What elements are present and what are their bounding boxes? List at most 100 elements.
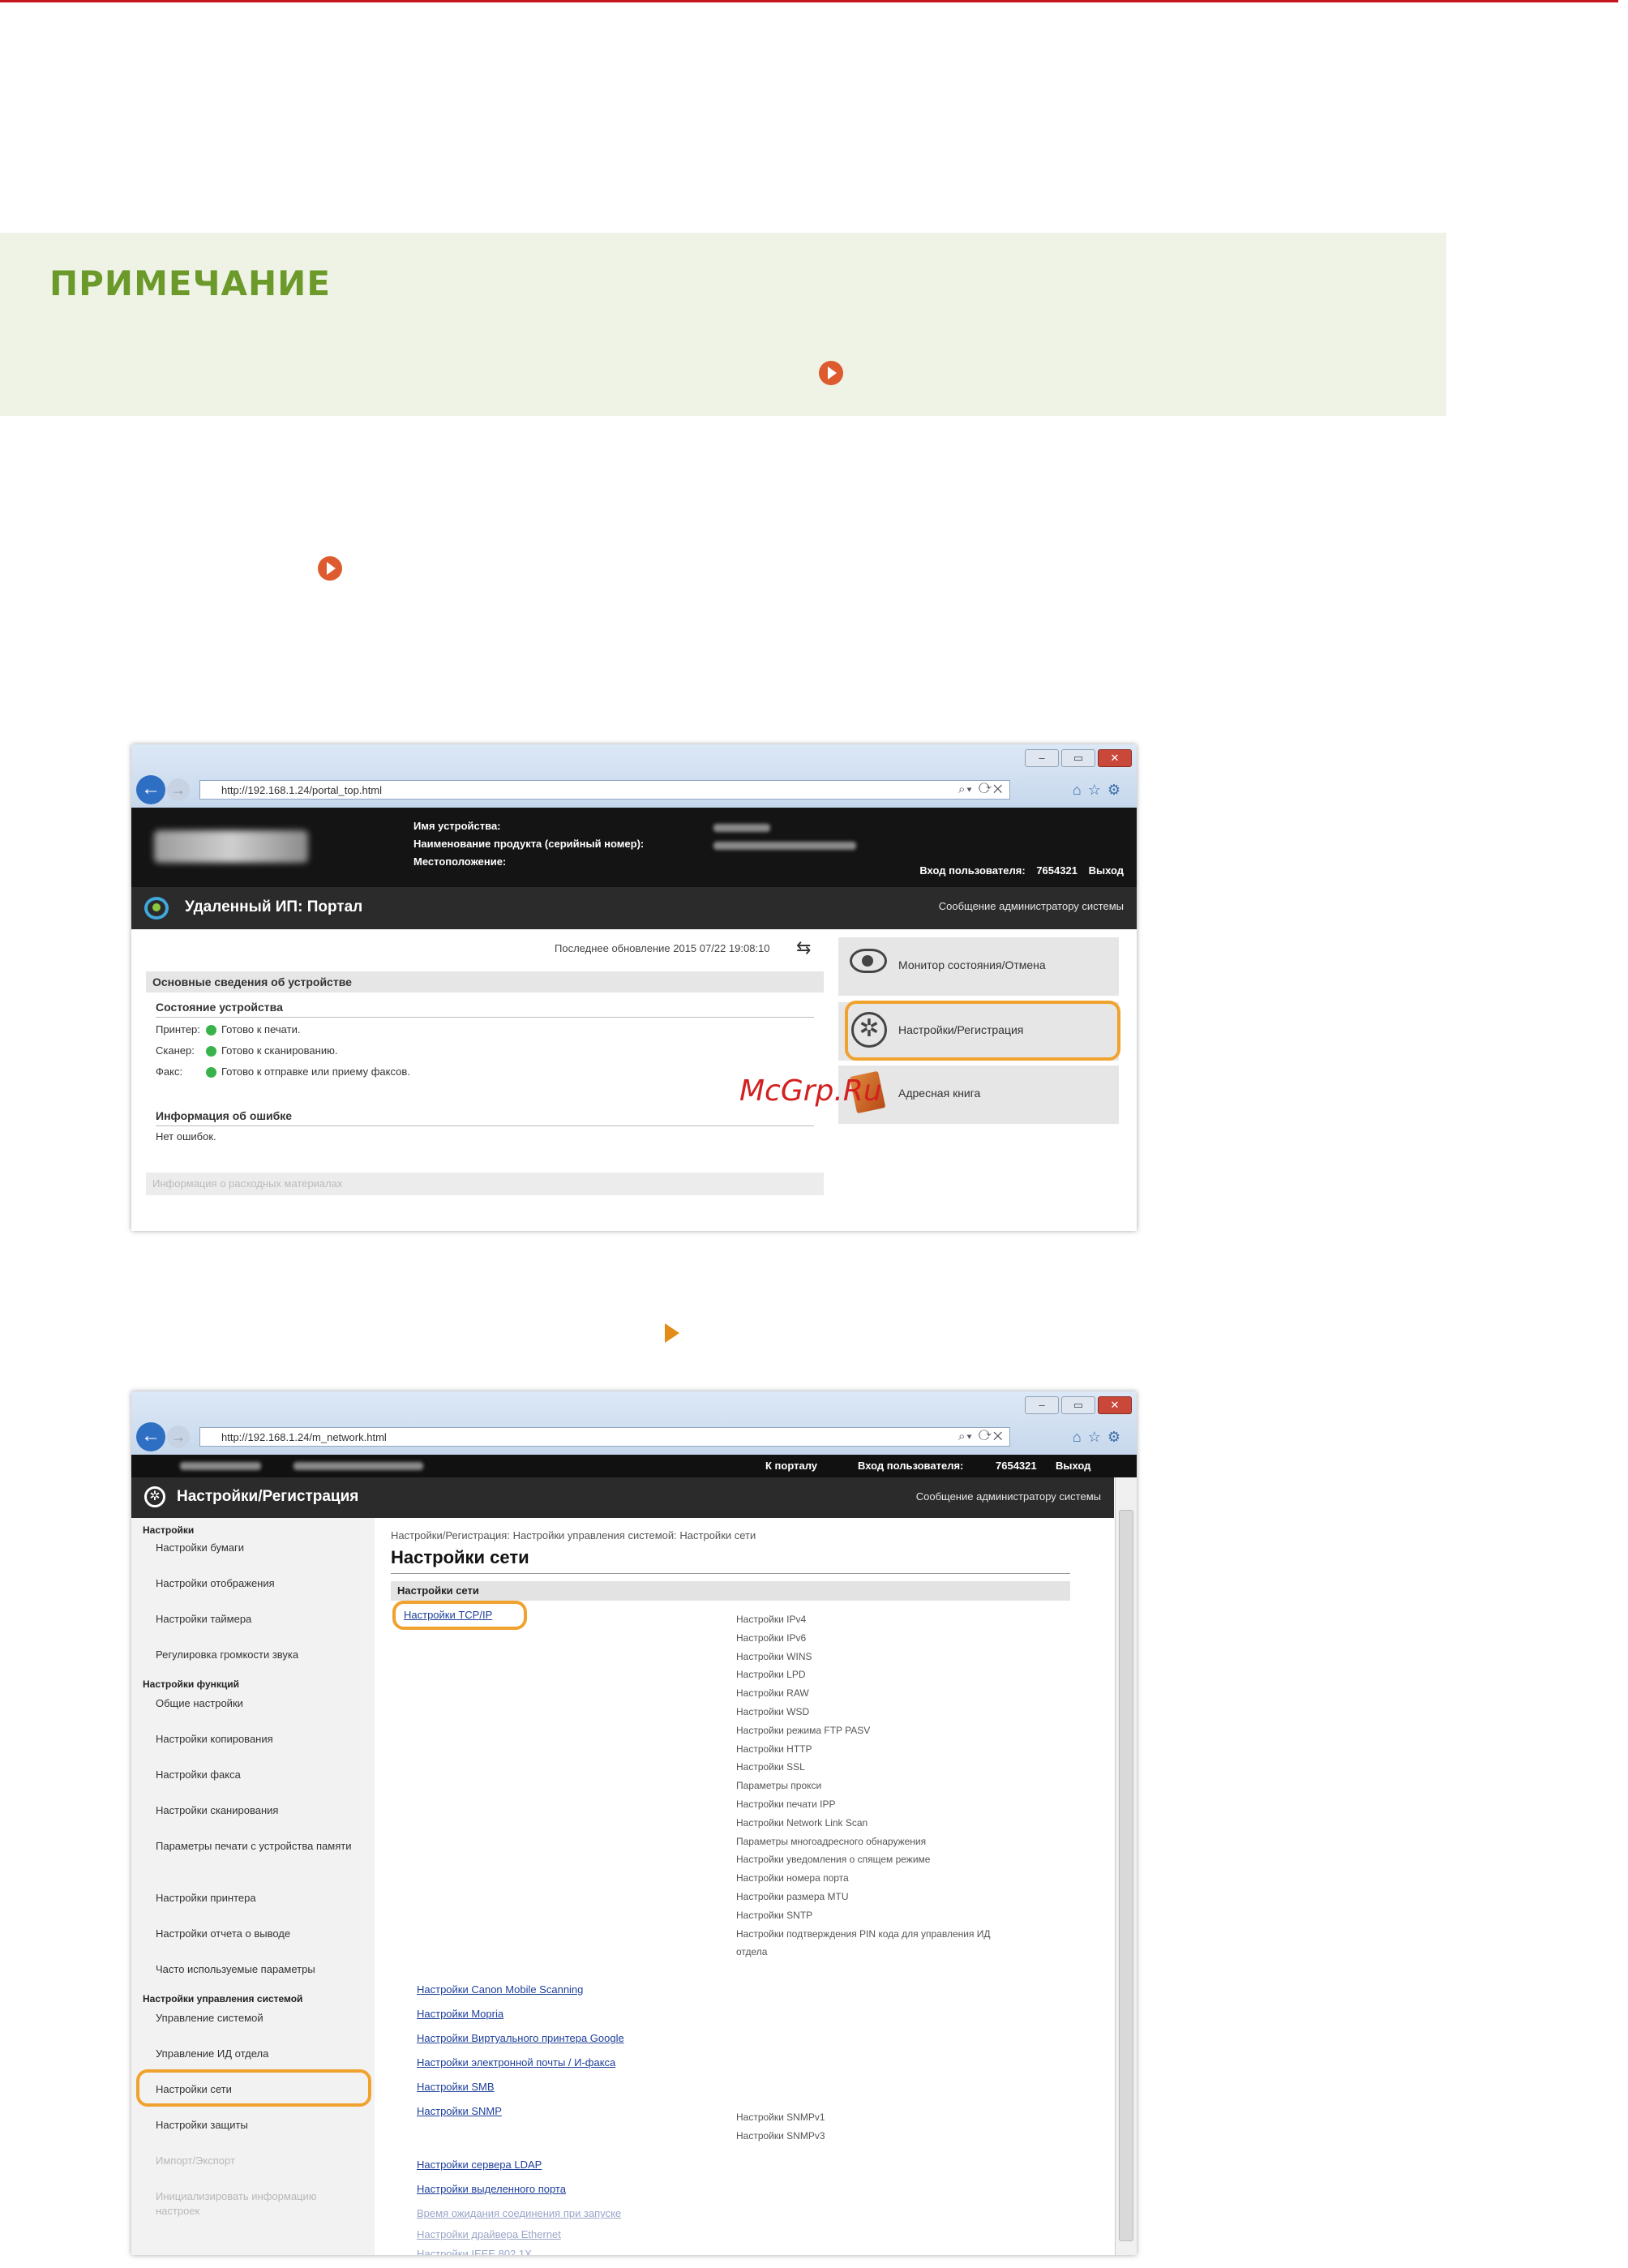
login-info: Вход пользователя: 7654321 Выход (919, 864, 1124, 877)
page-title: Настройки сети (391, 1547, 529, 1567)
to-portal-link[interactable]: К порталу (765, 1460, 817, 1472)
sidebar-item-import-export[interactable]: Импорт/Экспорт (156, 2154, 362, 2168)
ieee-link[interactable]: Настройки IEEE 802.1X (417, 2248, 532, 2255)
status-ok-icon (206, 1025, 216, 1036)
sidebar-item-system[interactable]: Управление системой (156, 2011, 362, 2026)
status-monitor-button[interactable]: Монитор состояния/Отмена (838, 937, 1119, 996)
refresh-icon[interactable]: ⇆ (796, 937, 811, 958)
section-heading: Настройки сети (391, 1581, 1070, 1601)
location-label: Местоположение: (413, 855, 507, 868)
logout-link[interactable]: Выход (1056, 1460, 1090, 1472)
note-box: ПРИМЕЧАНИЕ (0, 233, 1446, 416)
highlight-ring (392, 1601, 527, 1630)
sidebar-item-fax[interactable]: Настройки факса (156, 1768, 362, 1782)
maximize-icon[interactable]: ▭ (1061, 1396, 1095, 1414)
admin-message-link[interactable]: Сообщение администратору системы (916, 1490, 1101, 1503)
logout-link[interactable]: Выход (1089, 864, 1124, 877)
window-controls: – ▭ ✕ (1025, 749, 1132, 767)
snmp-link[interactable]: Настройки SNMP (417, 2105, 502, 2117)
maximize-icon[interactable]: ▭ (1061, 749, 1095, 767)
device-name-label: Имя устройства: (413, 820, 501, 832)
sidebar-item-paper[interactable]: Настройки бумаги (156, 1541, 362, 1555)
portal-body: Последнее обновление 2015 07/22 19:08:10… (131, 929, 1137, 1231)
wait-time-link[interactable]: Время ожидания соединения при запуске (417, 2207, 621, 2219)
close-icon[interactable]: ✕ (1098, 749, 1132, 767)
divider (391, 1573, 1070, 1574)
status-ok-icon (206, 1067, 216, 1078)
ldap-link[interactable]: Настройки сервера LDAP (417, 2159, 542, 2171)
search-icon[interactable]: ⌕▾ ⟳✕ (958, 1427, 1004, 1447)
back-arrow-icon[interactable]: ← (136, 775, 165, 804)
portal-bar: Удаленный ИП: Портал Сообщение администр… (131, 887, 1137, 929)
sidebar-item-init[interactable]: Инициализировать информацию настроек (156, 2189, 362, 2219)
home-star-gear-icons[interactable]: ⌂☆⚙ (1073, 780, 1127, 800)
no-errors: Нет ошибок. (156, 1130, 216, 1143)
minimize-icon[interactable]: – (1025, 749, 1059, 767)
email-ifax-link[interactable]: Настройки электронной почты / И-факса (417, 2056, 615, 2069)
screenshot-portal: – ▭ ✕ ← → http://192.168.1.24/portal_top… (131, 744, 1137, 1231)
login-user: 7654321 (996, 1460, 1037, 1472)
highlight-ring (136, 2069, 371, 2107)
product-label: Наименование продукта (серийный номер): (413, 838, 645, 850)
dedicated-port-link[interactable]: Настройки выделенного порта (417, 2183, 566, 2195)
watermark: McGrp.Ru (739, 1074, 882, 1108)
top-info-bar: К порталу Вход пользователя: 7654321 Вых… (131, 1455, 1137, 1477)
sidebar-item-memory[interactable]: Параметры печати с устройства памяти (156, 1839, 362, 1854)
sidebar-item-dept-id[interactable]: Управление ИД отдела (156, 2047, 362, 2061)
browser-chrome: – ▭ ✕ ← → http://192.168.1.24/m_network.… (131, 1391, 1137, 1456)
sidebar-item-volume[interactable]: Регулировка громкости звука (156, 1648, 362, 1662)
login-user: 7654321 (1036, 864, 1077, 877)
highlight-ring (845, 1001, 1120, 1061)
sidebar-item-display[interactable]: Настройки отображения (156, 1576, 362, 1591)
snmp-sub-list: Настройки SNMPv1 Настройки SNMPv3 (736, 2112, 825, 2142)
last-update: Последнее обновление 2015 07/22 19:08:10 (555, 942, 770, 954)
status-printer: Принтер: Готово к печати. (156, 1023, 301, 1036)
scrollbar-thumb[interactable] (1119, 1510, 1133, 2241)
device-status-heading: Состояние устройства (156, 1001, 283, 1014)
canon-mobile-link[interactable]: Настройки Canon Mobile Scanning (417, 1983, 583, 1996)
forward-arrow-icon[interactable]: → (167, 778, 190, 801)
blurred-value (713, 824, 770, 832)
consumables-heading: Информация о расходных материалах (146, 1173, 824, 1195)
admin-message-link[interactable]: Сообщение администратору системы (939, 900, 1124, 912)
sidebar-item-timer[interactable]: Настройки таймера (156, 1612, 362, 1627)
basic-info-heading: Основные сведения об устройстве (146, 971, 824, 993)
status-fax: Факс: Готово к отправке или приему факсов… (156, 1065, 410, 1078)
sidebar-item-copy[interactable]: Настройки копирования (156, 1732, 362, 1747)
ethernet-link[interactable]: Настройки драйвера Ethernet (417, 2228, 561, 2240)
sidebar-category: Настройки управления системой (143, 1993, 303, 2004)
link-arrow-icon[interactable] (318, 556, 342, 581)
screenshot-network-settings: – ▭ ✕ ← → http://192.168.1.24/m_network.… (131, 1391, 1137, 2255)
address-bar[interactable]: http://192.168.1.24/m_network.html (199, 1427, 1010, 1447)
link-arrow-icon[interactable] (819, 361, 843, 385)
error-info-heading: Информация об ошибке (156, 1109, 293, 1122)
login-label: Вход пользователя: (858, 1460, 964, 1472)
search-icon[interactable]: ⌕▾ ⟳✕ (958, 780, 1004, 800)
scrollbar[interactable] (1115, 1477, 1137, 2255)
browser-chrome: – ▭ ✕ ← → http://192.168.1.24/portal_top… (131, 744, 1137, 808)
portal-title: Удаленный ИП: Портал (185, 898, 363, 915)
login-label: Вход пользователя: (919, 864, 1026, 877)
smb-link[interactable]: Настройки SMB (417, 2081, 495, 2093)
main-content: Настройки/Регистрация: Настройки управле… (375, 1518, 1114, 2255)
close-icon[interactable]: ✕ (1098, 1396, 1132, 1414)
status-ok-icon (206, 1046, 216, 1057)
minimize-icon[interactable]: – (1025, 1396, 1059, 1414)
sidebar-category: Настройки функций (143, 1678, 240, 1690)
google-printer-link[interactable]: Настройки Виртуального принтера Google (417, 2032, 624, 2044)
forward-arrow-icon[interactable]: → (167, 1426, 190, 1448)
blurred-value (180, 1462, 261, 1470)
sidebar-item-general[interactable]: Общие настройки (156, 1696, 362, 1711)
mopria-link[interactable]: Настройки Mopria (417, 2008, 503, 2020)
back-arrow-icon[interactable]: ← (136, 1422, 165, 1451)
sidebar-item-output[interactable]: Настройки отчета о выводе (156, 1927, 362, 1941)
sidebar-item-security[interactable]: Настройки защиты (156, 2118, 362, 2133)
address-bar[interactable]: http://192.168.1.24/portal_top.html (199, 780, 1010, 800)
sidebar-item-frequent[interactable]: Часто используемые параметры (156, 1962, 362, 1977)
sidebar-item-printer[interactable]: Настройки принтера (156, 1891, 362, 1906)
header-title: Настройки/Регистрация (177, 1488, 359, 1505)
device-header: Имя устройства: Наименование продукта (с… (131, 808, 1137, 887)
portal-icon (144, 897, 169, 920)
home-star-gear-icons[interactable]: ⌂☆⚙ (1073, 1427, 1127, 1447)
sidebar-item-scan[interactable]: Настройки сканирования (156, 1803, 362, 1818)
